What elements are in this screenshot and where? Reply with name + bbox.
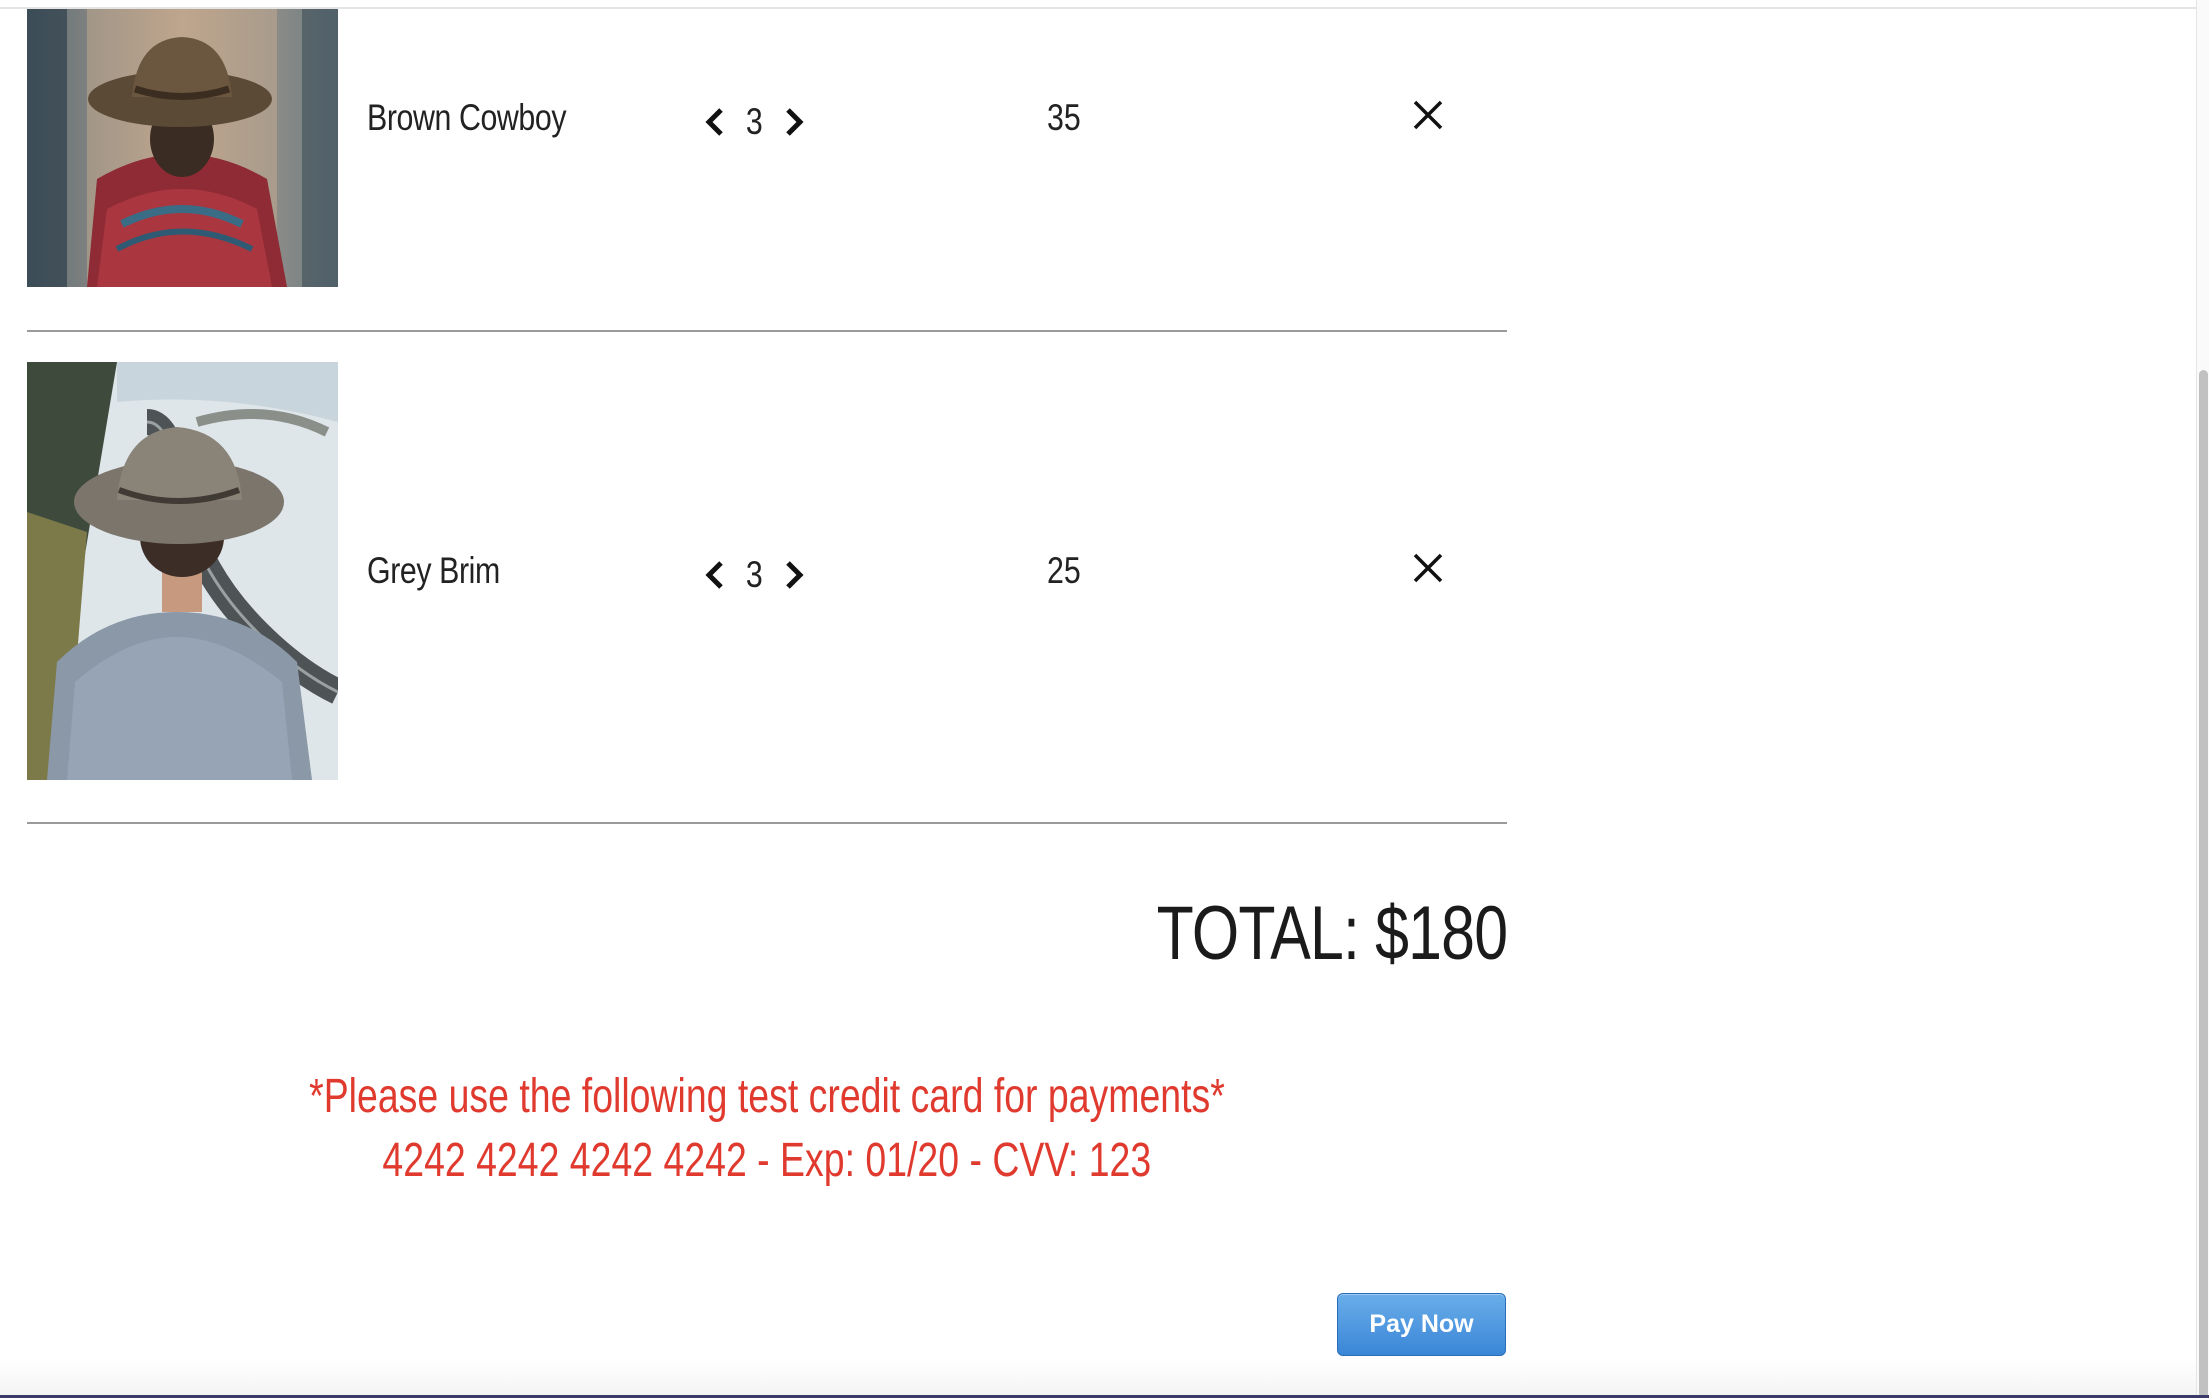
chevron-right-icon[interactable] <box>783 107 805 137</box>
quantity-stepper: 3 <box>704 101 805 143</box>
chevron-left-icon[interactable] <box>704 107 726 137</box>
product-name: Brown Cowboy <box>367 97 567 138</box>
product-name: Grey Brim <box>367 550 500 591</box>
cart-total: TOTAL: $180 <box>1156 891 1507 976</box>
item-price: 35 <box>1047 97 1081 138</box>
quantity-value: 3 <box>745 554 763 595</box>
chevron-left-icon[interactable] <box>704 560 726 590</box>
product-image-grey-brim <box>27 362 338 780</box>
quantity-stepper: 3 <box>704 554 805 596</box>
cart-item-row: Grey Brim 3 25 <box>27 362 1507 822</box>
vertical-scrollbar[interactable] <box>2196 0 2209 1398</box>
cart-item-row: Brown Cowboy 3 35 <box>27 9 1507 331</box>
row-divider <box>27 330 1507 332</box>
product-image-brown-cowboy <box>27 9 338 287</box>
row-divider <box>27 822 1507 824</box>
pay-now-button[interactable]: Pay Now <box>1337 1293 1506 1356</box>
notice-line-1: *Please use the following test credit ca… <box>309 1070 1225 1123</box>
bottom-fade <box>0 1358 2197 1398</box>
close-icon[interactable] <box>1412 552 1444 584</box>
test-card-notice: *Please use the following test credit ca… <box>27 1065 1507 1193</box>
notice-line-2: 4242 4242 4242 4242 - Exp: 01/20 - CVV: … <box>382 1134 1152 1187</box>
chevron-right-icon[interactable] <box>783 560 805 590</box>
cart-page: Brown Cowboy 3 35 Grey Brim 3 25 TOTAL: … <box>0 0 2197 1398</box>
scrollbar-thumb[interactable] <box>2199 370 2208 1398</box>
close-icon[interactable] <box>1412 99 1444 131</box>
quantity-value: 3 <box>745 101 763 142</box>
item-price: 25 <box>1047 550 1081 591</box>
